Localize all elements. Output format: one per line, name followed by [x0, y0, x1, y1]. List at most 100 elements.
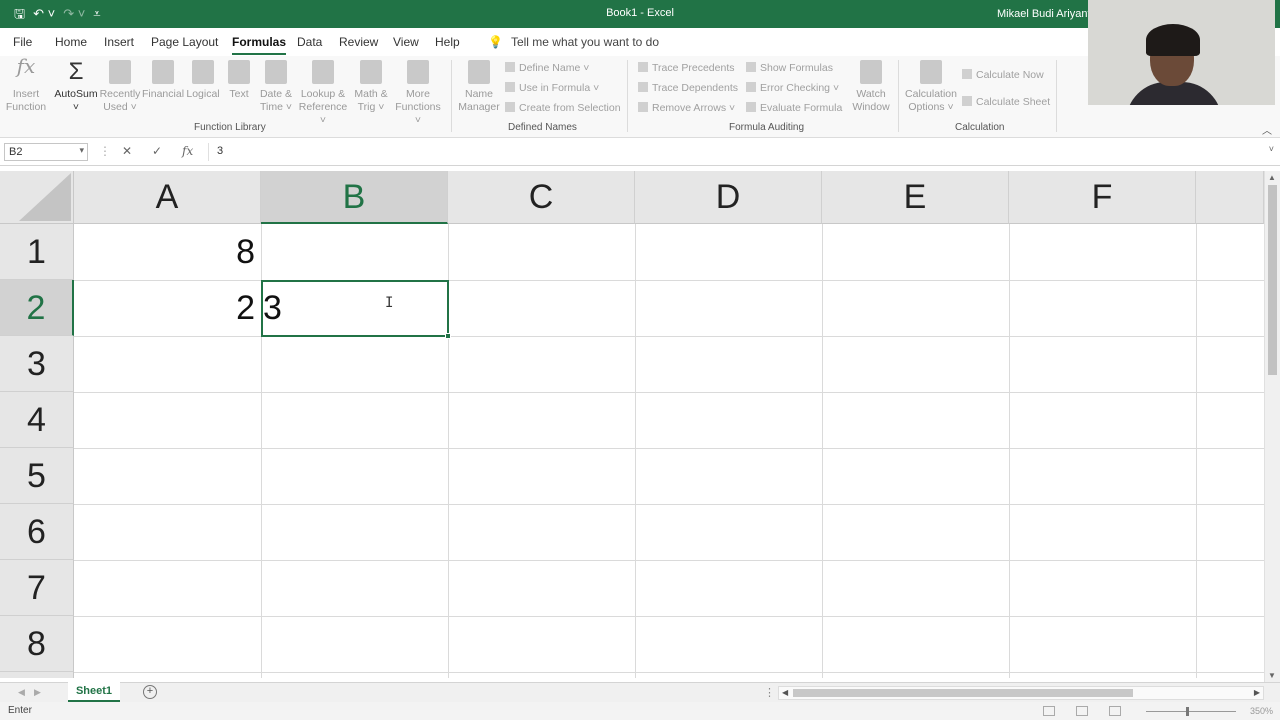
expand-formula-bar-icon[interactable]: ˅	[1269, 144, 1274, 154]
gridline	[74, 448, 1264, 449]
define-name-button[interactable]: Define Name ˅	[505, 62, 589, 74]
autosum-label: AutoSum	[54, 88, 98, 100]
watch-window-button[interactable]: Watch Window	[850, 60, 892, 114]
normal-view-icon[interactable]	[1043, 706, 1055, 716]
vertical-scroll-thumb[interactable]	[1268, 185, 1277, 375]
row-header-6[interactable]: 6	[0, 504, 74, 560]
zoom-slider-knob[interactable]	[1186, 707, 1189, 716]
tab-home[interactable]: Home	[55, 35, 87, 49]
autosum-button[interactable]: Σ AutoSum ˅	[54, 60, 98, 114]
recently-used-button[interactable]: Recently Used ˅	[98, 60, 142, 114]
chevron-down-icon[interactable]: ▾	[79, 145, 84, 156]
fx-icon: fx	[16, 54, 36, 78]
cancel-entry-icon[interactable]: ✕	[122, 144, 132, 158]
next-sheet-icon[interactable]: ▶	[34, 687, 41, 698]
tab-review[interactable]: Review	[339, 35, 378, 49]
tell-me-search[interactable]: 💡 Tell me what you want to do	[488, 35, 659, 49]
formula-bar-drag-handle[interactable]: ⋮	[99, 144, 111, 158]
collapse-ribbon-icon[interactable]: ︿	[1262, 122, 1272, 137]
tab-insert[interactable]: Insert	[104, 35, 134, 49]
column-header-a[interactable]: A	[74, 171, 261, 224]
row-header-3[interactable]: 3	[0, 336, 74, 392]
name-box[interactable]: B2 ▾	[4, 143, 88, 161]
text-functions-button[interactable]: Text	[222, 60, 256, 101]
remove-arrows-button[interactable]: Remove Arrows ˅	[638, 102, 735, 114]
row-header-8[interactable]: 8	[0, 616, 74, 672]
create-from-selection-button[interactable]: Create from Selection	[505, 102, 621, 114]
lookup-reference-button[interactable]: Lookup & Reference ˅	[296, 60, 350, 127]
column-header-e[interactable]: E	[822, 171, 1009, 224]
calculation-options-button[interactable]: Calculation Options ˅	[904, 60, 958, 114]
row-header-5[interactable]: 5	[0, 448, 74, 504]
page-break-view-icon[interactable]	[1109, 706, 1121, 716]
show-formulas-icon	[746, 62, 756, 72]
more-book-icon	[407, 60, 429, 84]
zoom-level[interactable]: 350%	[1250, 706, 1273, 716]
theta-book-icon	[360, 60, 382, 84]
cell-a1[interactable]: 8	[74, 224, 261, 280]
gridline	[74, 392, 1264, 393]
horizontal-scroll-thumb[interactable]	[793, 689, 1133, 697]
show-formulas-button[interactable]: Show Formulas	[746, 62, 833, 74]
scroll-down-icon[interactable]: ▼	[1268, 671, 1276, 680]
vertical-scrollbar[interactable]: ▲ ▼	[1264, 171, 1280, 682]
page-layout-view-icon[interactable]	[1076, 706, 1088, 716]
error-checking-label: Error Checking ˅	[760, 82, 840, 94]
select-all-corner[interactable]	[0, 171, 74, 224]
row-header-4[interactable]: 4	[0, 392, 74, 448]
column-header-f[interactable]: F	[1009, 171, 1196, 224]
error-checking-button[interactable]: Error Checking ˅	[746, 82, 839, 94]
user-name[interactable]: Mikael Budi Ariyanto	[997, 8, 1097, 20]
gridline	[1009, 224, 1010, 678]
scroll-left-icon[interactable]: ◀	[782, 688, 788, 697]
logical-button[interactable]: Logical	[184, 60, 222, 101]
formula-input[interactable]: 3	[208, 143, 1274, 161]
calculate-sheet-button[interactable]: Calculate Sheet	[962, 96, 1050, 108]
scroll-right-icon[interactable]: ▶	[1254, 688, 1260, 697]
insert-function-icon[interactable]: fx	[182, 144, 193, 158]
scroll-up-icon[interactable]: ▲	[1268, 173, 1276, 182]
text-book-icon	[228, 60, 250, 84]
group-separator	[898, 60, 899, 132]
column-header-c[interactable]: C	[448, 171, 635, 224]
zoom-slider[interactable]	[1146, 711, 1236, 712]
tab-view[interactable]: View	[393, 35, 419, 49]
define-name-label: Define Name ˅	[519, 62, 590, 74]
tab-formulas[interactable]: Formulas	[232, 35, 287, 55]
trace-dependents-button[interactable]: Trace Dependents	[638, 82, 738, 94]
row-header-7[interactable]: 7	[0, 560, 74, 616]
evaluate-formula-button[interactable]: Evaluate Formula	[746, 102, 842, 114]
tab-page-layout[interactable]: Page Layout	[151, 35, 218, 49]
row-header-1[interactable]: 1	[0, 224, 74, 280]
use-in-formula-button[interactable]: Use in Formula ˅	[505, 82, 599, 94]
horizontal-scrollbar[interactable]: ◀ ▶	[778, 686, 1264, 700]
fill-handle[interactable]	[445, 333, 451, 339]
date-time-button[interactable]: Date & Time ˅	[256, 60, 296, 114]
tab-help[interactable]: Help	[435, 35, 460, 49]
column-header-partial[interactable]	[1196, 171, 1264, 224]
math-trig-button[interactable]: Math & Trig ˅	[350, 60, 392, 114]
column-header-b[interactable]: B	[261, 171, 448, 224]
more-functions-label-2: Functions ˅	[395, 101, 441, 126]
error-checking-icon	[746, 82, 756, 92]
trace-precedents-button[interactable]: Trace Precedents	[638, 62, 734, 74]
more-functions-button[interactable]: More Functions ˅	[392, 60, 444, 127]
cell-a2[interactable]: 2	[74, 280, 261, 336]
calculate-now-button[interactable]: Calculate Now	[962, 69, 1044, 81]
sheet-tab-sheet1[interactable]: Sheet1	[68, 682, 120, 702]
tab-file[interactable]: File	[13, 35, 32, 49]
confirm-entry-icon[interactable]: ✓	[152, 144, 162, 158]
add-sheet-icon[interactable]: +	[143, 685, 157, 699]
watch-window-label-2: Window	[852, 101, 890, 113]
tab-data[interactable]: Data	[297, 35, 322, 49]
column-header-d[interactable]: D	[635, 171, 822, 224]
row-header-partial[interactable]	[0, 672, 74, 678]
tab-split-handle[interactable]: ⋮	[764, 686, 775, 699]
financial-button[interactable]: Financial	[142, 60, 184, 101]
name-manager-button[interactable]: Name Manager	[456, 60, 502, 114]
insert-function-button[interactable]: fx Insert Function	[4, 54, 48, 114]
row-header-2[interactable]: 2	[0, 280, 74, 336]
prev-sheet-icon[interactable]: ◀	[18, 687, 25, 698]
active-cell-border[interactable]	[261, 280, 451, 339]
formula-bar: B2 ▾ ⋮ ✕ ✓ fx 3 ˅	[0, 138, 1280, 166]
